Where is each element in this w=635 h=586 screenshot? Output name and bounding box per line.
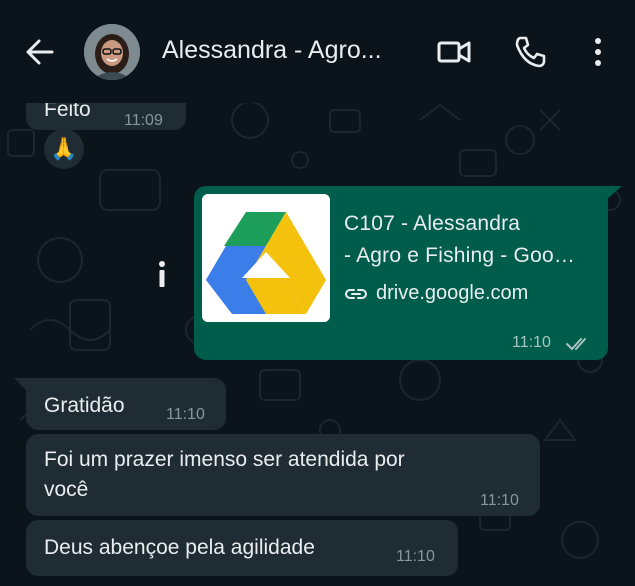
message-bubble-incoming[interactable]: Deus abençoe pela agilidade 11:10 <box>26 520 458 576</box>
link-preview-thumbnail[interactable] <box>202 194 330 322</box>
message-time: 11:10 <box>396 548 435 565</box>
more-options-button[interactable] <box>584 34 612 70</box>
message-text: Gratidão <box>44 394 125 417</box>
chat-title[interactable]: Alessandra - Agro... <box>162 36 412 65</box>
bubble-tail <box>14 378 28 392</box>
message-time: 11:09 <box>124 112 163 129</box>
link-icon <box>345 288 367 299</box>
message-text: Deus abençoe pela agilidade <box>44 536 315 559</box>
contact-photo <box>84 24 140 80</box>
message-time: 11:10 <box>480 492 519 509</box>
info-button[interactable] <box>142 252 182 296</box>
link-domain-text: drive.google.com <box>376 282 529 304</box>
arrow-left-icon <box>26 39 54 65</box>
google-drive-icon <box>206 212 326 314</box>
message-time: 11:10 <box>512 334 551 351</box>
back-button[interactable] <box>22 34 58 70</box>
link-preview-title[interactable]: C107 - Alessandra - Agro e Fishing - Goo… <box>344 208 594 272</box>
bubble-tail <box>606 186 622 200</box>
video-call-icon <box>437 41 471 63</box>
message-bubble-incoming[interactable]: Foi um prazer imenso ser atendida por vo… <box>26 434 540 516</box>
phone-icon <box>515 36 546 68</box>
avatar[interactable] <box>84 24 140 80</box>
pray-emoji: 🙏 <box>50 136 78 161</box>
message-text-line-1: Foi um prazer imenso ser atendida por <box>44 448 405 471</box>
link-preview-domain[interactable]: drive.google.com <box>344 282 528 305</box>
link-title-line-1: C107 - Alessandra <box>344 212 521 235</box>
message-bubble-incoming[interactable]: Gratidão 11:10 <box>14 378 226 430</box>
chat-header: Alessandra - Agro... <box>0 0 635 103</box>
link-title-line-2: - Agro e Fishing - Goo… <box>344 244 576 267</box>
message-text-line-2: você <box>44 478 89 501</box>
message-reaction[interactable]: 🙏 <box>44 129 84 169</box>
info-icon <box>159 261 165 287</box>
message-time: 11:10 <box>166 406 205 423</box>
video-call-button[interactable] <box>436 34 472 70</box>
more-vertical-icon <box>595 38 601 66</box>
double-check-icon <box>566 338 586 350</box>
voice-call-button[interactable] <box>512 34 548 70</box>
